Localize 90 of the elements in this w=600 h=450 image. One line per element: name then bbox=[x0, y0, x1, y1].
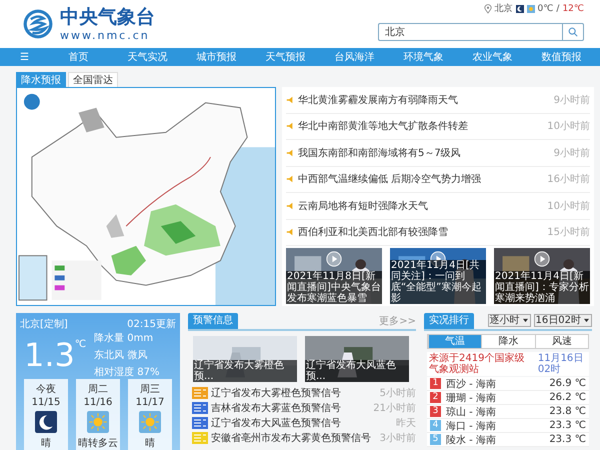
news-title[interactable]: 我国东南部和南部海域将有5～7级风 bbox=[298, 146, 550, 160]
news-time: 15小时前 bbox=[547, 226, 590, 240]
weather-text: 晴 bbox=[145, 436, 155, 450]
station-name[interactable]: 西沙 - 海南 bbox=[446, 376, 544, 390]
megaphone-icon bbox=[286, 148, 294, 157]
temperature-value: 26.9 ℃ bbox=[549, 378, 586, 389]
megaphone-icon bbox=[286, 122, 294, 130]
location-text[interactable]: 北京 bbox=[494, 2, 513, 15]
temperature-value: 26.2 ℃ bbox=[549, 392, 586, 403]
temperature-value: 23.8 ℃ bbox=[549, 406, 586, 417]
video-caption[interactable]: 2021年11月8日[新闻直播间]中央气象台发布寒潮蓝色暴雪 bbox=[286, 271, 382, 304]
update-time: 02:15更新 bbox=[127, 318, 176, 331]
caret-icon bbox=[522, 318, 529, 323]
news-time: 16小时前 bbox=[547, 172, 590, 186]
warning-title[interactable]: 吉林省发布大雾蓝色预警信号 bbox=[211, 400, 370, 414]
period-dropdown[interactable]: 逐小时 bbox=[488, 314, 531, 327]
moon-icon bbox=[35, 411, 57, 433]
forecast-card[interactable]: 周三 11/17 晴 bbox=[128, 379, 172, 450]
warning-time: 昨天 bbox=[396, 416, 416, 430]
news-time: 10小时前 bbox=[547, 200, 590, 213]
warning-time: 21小时前 bbox=[373, 402, 416, 414]
high-temperature: 12℃ bbox=[562, 4, 584, 14]
rank-badge: 3 bbox=[430, 406, 441, 417]
location-pin-icon bbox=[484, 4, 492, 14]
forecast-card[interactable]: 今夜 11/15 晴 bbox=[24, 379, 68, 450]
warning-title[interactable]: 辽宁省发布大雾橙色预警信号 bbox=[211, 386, 377, 400]
news-title[interactable]: 中西部气温继续偏低 后期冷空气势力增强 bbox=[298, 172, 544, 186]
station-name[interactable]: 陵水 - 海南 bbox=[446, 432, 544, 446]
rank-badge: 4 bbox=[430, 420, 441, 431]
rank-badge: 5 bbox=[430, 434, 441, 445]
play-icon[interactable] bbox=[534, 251, 550, 267]
source-note: 来源于2419个国家级气象观测站 bbox=[429, 353, 526, 375]
news-time: 9小时前 bbox=[554, 94, 590, 107]
station-name[interactable]: 琼山 - 海南 bbox=[446, 404, 544, 418]
news-title[interactable]: 华北黄淮雾霾发展南方有弱降雨天气 bbox=[298, 92, 550, 107]
time-dropdown[interactable]: 16日02时 bbox=[534, 314, 592, 327]
observation-time: 11月16日02时 bbox=[538, 353, 584, 375]
low-temperature: 0℃ bbox=[538, 4, 554, 14]
video-caption[interactable]: 2021年11月4日[共同关注]：一问到底“全能型”寒潮今起影 bbox=[390, 260, 486, 304]
ranking-tab[interactable]: 降水 bbox=[481, 335, 535, 348]
photo-caption[interactable]: 辽宁省发布大风蓝色预... bbox=[305, 360, 409, 382]
sun-icon bbox=[526, 4, 535, 12]
news-title[interactable]: 华北中南部黄淮等地大气扩散条件转差 bbox=[298, 119, 544, 134]
warning-title[interactable]: 辽宁省发布大风蓝色预警信号 bbox=[211, 416, 393, 430]
temperature-separator: / bbox=[556, 4, 560, 14]
warning-time: 5小时前 bbox=[380, 386, 416, 400]
caret-icon bbox=[583, 318, 590, 323]
precipitation-text: 降水量 0mm bbox=[94, 332, 154, 345]
photo-caption[interactable]: 辽宁省发布大雾橙色预... bbox=[193, 360, 297, 382]
search-button[interactable] bbox=[562, 23, 584, 41]
temperature-unit: ℃ bbox=[74, 339, 86, 350]
station-name[interactable]: 海口 - 海南 bbox=[446, 418, 544, 432]
wind-text: 东北风 微风 bbox=[94, 348, 148, 362]
current-temperature: 1.3 bbox=[24, 339, 75, 371]
day-label: 周三 bbox=[140, 383, 160, 396]
news-title[interactable]: 西伯利亚和北美西北部有较强降雪 bbox=[298, 225, 544, 240]
megaphone-icon bbox=[286, 175, 294, 184]
map-tab[interactable]: 全国雷达 bbox=[68, 72, 118, 87]
weather-text: 晴转多云 bbox=[78, 436, 118, 450]
search-field[interactable]: 北京 bbox=[378, 23, 562, 41]
date-label: 11/17 bbox=[136, 397, 164, 408]
station-name[interactable]: 珊瑚 - 海南 bbox=[446, 390, 544, 404]
megaphone-icon bbox=[286, 202, 294, 210]
site-title: 中央气象台 bbox=[60, 8, 155, 26]
warning-time: 3小时前 bbox=[380, 432, 416, 444]
news-title[interactable]: 云南局地将有短时强降水天气 bbox=[298, 198, 544, 213]
day-label: 周二 bbox=[88, 383, 108, 396]
ranking-tab[interactable]: 风速 bbox=[534, 335, 588, 348]
video-caption[interactable]: 2021年11月4日[新闻直播间]：专家分析寒潮来势汹涌 bbox=[494, 271, 590, 304]
news-time: 9小时前 bbox=[554, 146, 590, 160]
warning-title[interactable]: 安徽省亳州市发布大雾黄色预警信号 bbox=[211, 430, 377, 444]
moon-icon bbox=[516, 4, 524, 12]
sun-icon bbox=[87, 411, 109, 433]
temperature-value: 23.3 ℃ bbox=[549, 420, 586, 431]
sun-icon bbox=[139, 411, 161, 433]
forecast-card[interactable]: 周二 11/16 晴转多云 bbox=[76, 379, 120, 450]
rank-badge: 1 bbox=[430, 378, 441, 389]
temperature-value: 23.3 ℃ bbox=[549, 434, 586, 445]
rank-badge: 2 bbox=[430, 392, 441, 403]
weather-text: 晴 bbox=[41, 436, 51, 450]
megaphone-icon bbox=[286, 228, 294, 236]
site-url: www.nmc.cn bbox=[60, 30, 151, 40]
date-label: 11/15 bbox=[32, 397, 60, 408]
date-label: 11/16 bbox=[84, 397, 112, 408]
megaphone-icon bbox=[286, 96, 294, 104]
search-icon bbox=[568, 27, 578, 37]
humidity-text: 相对湿度 87% bbox=[94, 366, 160, 379]
news-time: 10小时前 bbox=[547, 120, 590, 134]
day-label: 今夜 bbox=[36, 382, 56, 396]
logo-icon bbox=[22, 8, 54, 40]
